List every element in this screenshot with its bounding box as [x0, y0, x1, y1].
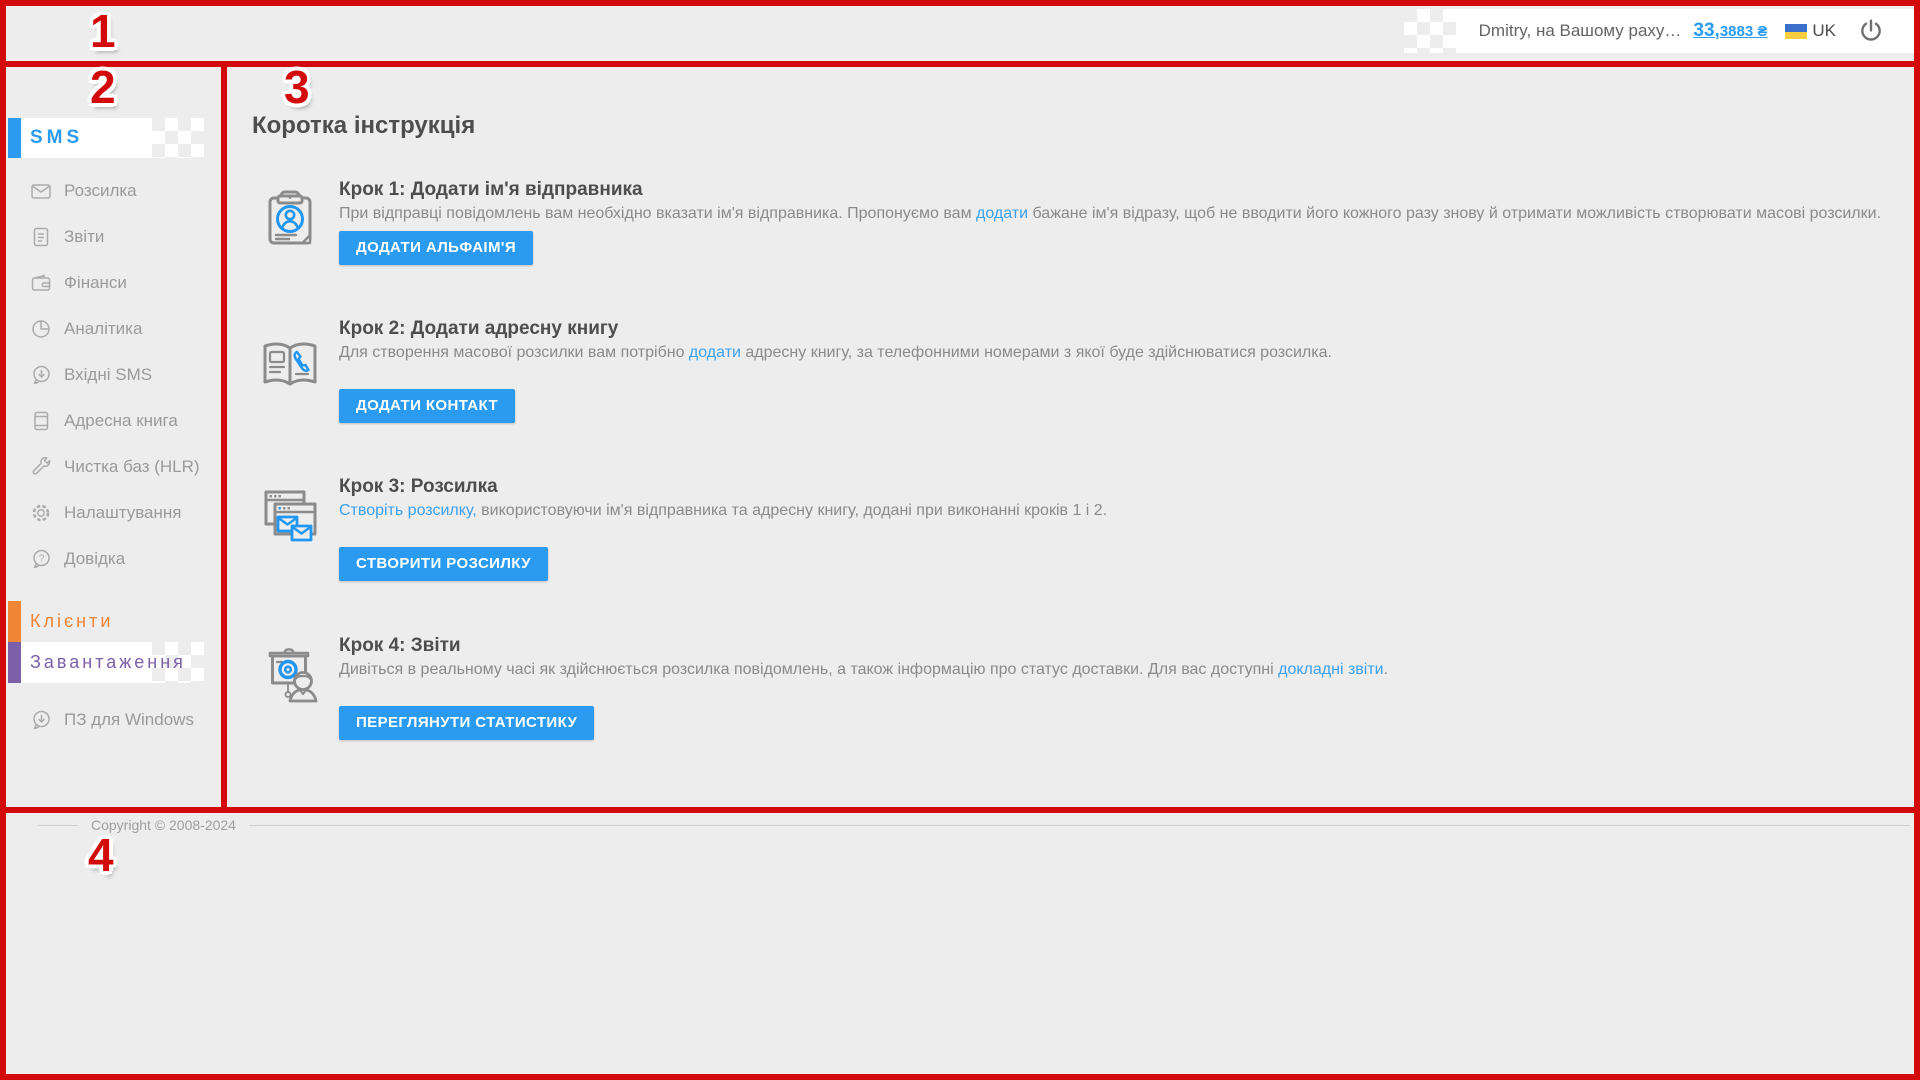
- header-pixelation-artifact: [1404, 9, 1456, 53]
- step-text: Для створення масової розсилки вам потрі…: [339, 342, 1878, 363]
- envelope-icon: [30, 180, 52, 202]
- wrench-icon: [30, 456, 52, 478]
- browser-envelopes-icon: [258, 484, 322, 548]
- sidebar-item-mailing[interactable]: Розсилка: [6, 168, 221, 214]
- help-bubble-icon: ?: [30, 548, 52, 570]
- annotation-label-1: 1: [90, 6, 116, 57]
- footer: Copyright © 2008-2024: [38, 817, 1910, 833]
- sidebar-nav: Розсилка Звіти Фінанси Аналітика: [6, 168, 221, 582]
- sidebar-item-label: Адресна книга: [64, 411, 178, 431]
- step-text: Створіть розсилку, використовуючи ім'я в…: [339, 500, 1878, 521]
- instruction-step-2: Крок 2: Додати адресну книгу Для створен…: [258, 318, 1878, 423]
- balance-fraction: 3883 ₴: [1720, 23, 1768, 40]
- sidebar-pixelation-artifact: [152, 118, 204, 158]
- presentation-statistics-icon: [258, 643, 322, 707]
- incoming-sms-bubble-icon: [30, 364, 52, 386]
- sidebar-item-downloads-label: Завантаження: [30, 642, 186, 683]
- sidebar-item-finances[interactable]: Фінанси: [6, 260, 221, 306]
- add-address-book-link[interactable]: додати: [689, 344, 741, 361]
- pie-chart-icon: [30, 318, 52, 340]
- logout-power-icon[interactable]: [1858, 18, 1884, 44]
- sidebar-item-hlr-cleaning[interactable]: Чистка баз (HLR): [6, 444, 221, 490]
- address-book-icon: [30, 410, 52, 432]
- instruction-step-3: Крок 3: Розсилка Створіть розсилку, вико…: [258, 476, 1878, 581]
- sidebar-item-incoming-sms[interactable]: Вхідні SMS: [6, 352, 221, 398]
- download-bubble-icon: [30, 709, 52, 731]
- create-mailing-button[interactable]: СТВОРИТИ РОЗСИЛКУ: [339, 547, 548, 581]
- step-heading: Крок 1: Додати ім'я відправника: [339, 179, 1878, 201]
- address-book-phone-icon: [258, 334, 322, 398]
- step-heading: Крок 2: Додати адресну книгу: [339, 318, 1878, 340]
- sidebar-item-address-book[interactable]: Адресна книга: [6, 398, 221, 444]
- account-balance-label: Dmitry, на Вашому раху…: [1479, 21, 1682, 41]
- clipboard-person-icon: [258, 187, 322, 251]
- downloads-accent-bar: [8, 642, 21, 683]
- step-heading: Крок 4: Звіти: [339, 635, 1878, 657]
- svg-text:?: ?: [39, 554, 45, 565]
- instruction-step-4: Крок 4: Звіти Дивіться в реальному часі …: [258, 635, 1878, 740]
- step-text: При відправці повідомлень вам необхідно …: [339, 203, 1878, 224]
- sidebar-item-reports[interactable]: Звіти: [6, 214, 221, 260]
- annotation-label-3: 3: [284, 62, 310, 113]
- step-heading: Крок 3: Розсилка: [339, 476, 1878, 498]
- sidebar-item-label: Аналітика: [64, 319, 142, 339]
- detailed-reports-link[interactable]: докладні звіти: [1278, 661, 1383, 678]
- balance-link[interactable]: 33,3883 ₴: [1693, 20, 1767, 42]
- annotation-divider-footer: [0, 807, 1920, 813]
- gear-icon: [30, 502, 52, 524]
- create-mailing-link[interactable]: Створіть розсилку,: [339, 502, 477, 519]
- sidebar-item-label: Фінанси: [64, 273, 127, 293]
- sidebar-item-clients[interactable]: Клієнти: [8, 601, 204, 642]
- annotation-divider-sidebar: [221, 67, 227, 807]
- page-title: Коротка інструкція: [252, 112, 475, 140]
- wallet-icon: [30, 272, 52, 294]
- sidebar-item-label: Довідка: [64, 549, 125, 569]
- sidebar-item-downloads-active[interactable]: Завантаження: [8, 642, 204, 683]
- add-sender-name-link[interactable]: додати: [976, 205, 1028, 222]
- step-text: Дивіться в реальному часі як здійснюєтьс…: [339, 659, 1878, 680]
- sidebar-item-label: Звіти: [64, 227, 104, 247]
- sidebar-item-clients-label: Клієнти: [30, 601, 113, 642]
- sidebar-item-windows-software[interactable]: ПЗ для Windows: [6, 697, 221, 743]
- sidebar-item-label: Розсилка: [64, 181, 137, 201]
- sidebar-item-label: ПЗ для Windows: [64, 710, 194, 730]
- annotation-label-4: 4: [88, 830, 114, 881]
- add-contact-button[interactable]: ДОДАТИ КОНТАКТ: [339, 389, 515, 423]
- sidebar-item-sms-active[interactable]: SMS: [8, 118, 204, 158]
- footer-divider-left: [38, 825, 78, 826]
- instruction-step-1: Крок 1: Додати ім'я відправника При відп…: [258, 179, 1878, 265]
- report-icon: [30, 226, 52, 248]
- footer-divider-right: [249, 825, 1910, 826]
- sidebar-item-analytics[interactable]: Аналітика: [6, 306, 221, 352]
- ukraine-flag-icon: [1785, 24, 1807, 39]
- sidebar-item-help[interactable]: ? Довідка: [6, 536, 221, 582]
- balance-whole: 33,: [1693, 20, 1719, 41]
- language-switcher[interactable]: UK: [1785, 21, 1836, 41]
- sidebar-item-label: Налаштування: [64, 503, 182, 523]
- active-item-accent-bar: [8, 118, 21, 158]
- view-statistics-button[interactable]: ПЕРЕГЛЯНУТИ СТАТИСТИКУ: [339, 706, 594, 740]
- sidebar-item-label: Вхідні SMS: [64, 365, 152, 385]
- clients-accent-bar: [8, 601, 21, 642]
- add-alpha-name-button[interactable]: ДОДАТИ АЛЬФАІМ'Я: [339, 231, 533, 265]
- sidebar-item-settings[interactable]: Налаштування: [6, 490, 221, 536]
- language-label: UK: [1812, 21, 1836, 41]
- header-account-area: Dmitry, на Вашому раху… 33,3883 ₴ UK: [1456, 9, 1914, 53]
- sidebar-item-sms-label: SMS: [30, 118, 83, 158]
- sidebar-item-label: Чистка баз (HLR): [64, 457, 200, 477]
- annotation-label-2: 2: [90, 62, 116, 113]
